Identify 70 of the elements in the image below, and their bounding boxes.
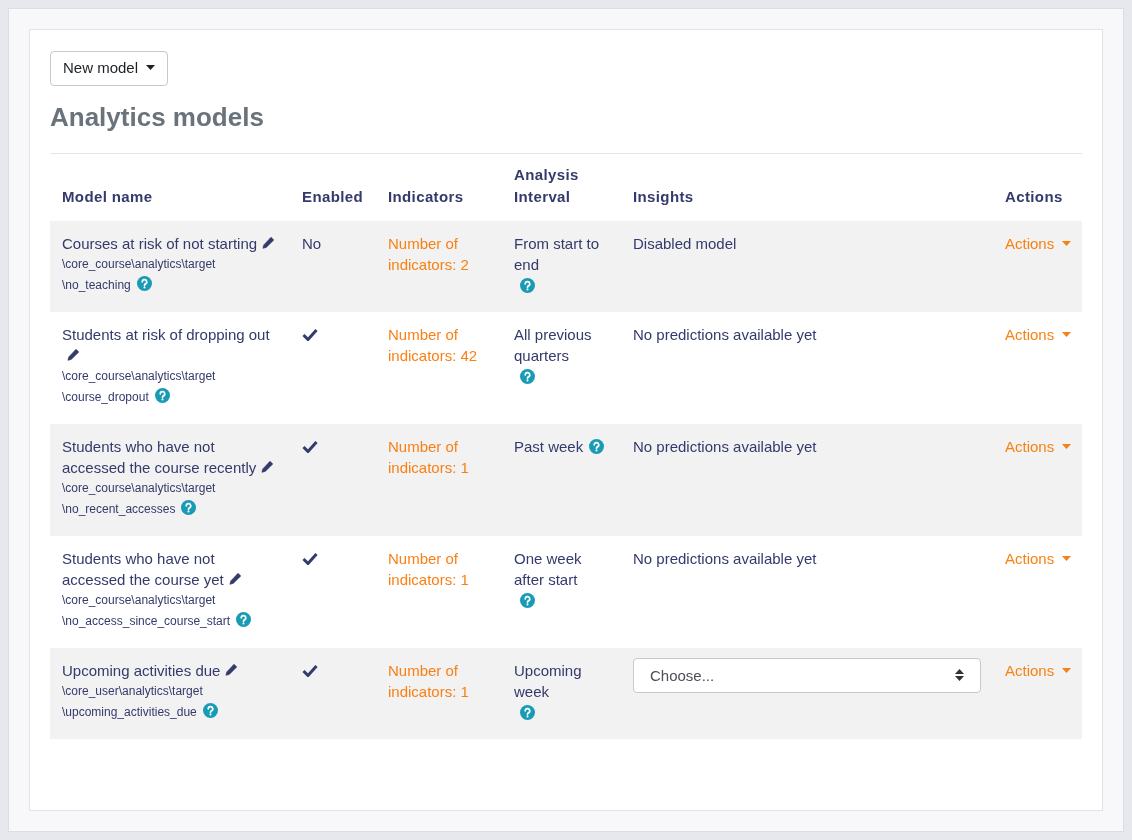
insights-status: No predictions available yet [633, 437, 817, 455]
model-name: Students at risk of dropping out [62, 325, 270, 343]
indicators-link[interactable]: Number of indicators: 1 [388, 435, 490, 478]
actions-menu[interactable]: Actions [1005, 435, 1072, 457]
insights-status: No predictions available yet [633, 549, 817, 567]
actions-menu[interactable]: Actions [1005, 659, 1072, 681]
model-name: Students who have not accessed the course yet [62, 549, 224, 588]
help-icon[interactable] [520, 704, 535, 720]
help-icon[interactable] [520, 368, 535, 384]
help-icon[interactable] [154, 387, 170, 403]
column-header: Model name [62, 188, 153, 205]
indicators-link[interactable]: Number of indicators: 42 [388, 323, 490, 366]
indicators-link[interactable]: Number of indicators: 2 [388, 232, 490, 275]
model-name: Courses at risk of not starting [62, 234, 258, 252]
caret-icon [1062, 443, 1072, 449]
page-title: Analytics models [50, 101, 265, 134]
actions-menu[interactable]: Actions [1005, 547, 1072, 569]
target-path: \no_teaching [62, 277, 131, 292]
analysis-interval: Past week [514, 436, 584, 457]
pencil-icon[interactable] [227, 571, 242, 586]
analysis-interval: All previous quarters [514, 324, 593, 366]
help-icon[interactable] [202, 702, 218, 718]
actions-menu[interactable]: Actions [1005, 323, 1072, 345]
caret-icon [1062, 555, 1072, 561]
actions-menu[interactable]: Actions [1005, 232, 1072, 254]
target-path: \upcoming_activities_due [62, 704, 197, 719]
caret-icon [1062, 240, 1072, 246]
column-header: Actions [1005, 188, 1063, 205]
target-path: \course_dropout [62, 389, 149, 404]
sort-arrows-icon [955, 669, 964, 681]
target-path: \core_course\analytics\target [62, 256, 216, 271]
caret-icon [1062, 331, 1072, 337]
column-header: Enabled [302, 188, 363, 205]
check-icon [302, 439, 318, 453]
help-icon[interactable] [236, 611, 252, 627]
insights-status: Disabled model [633, 234, 737, 252]
indicators-link[interactable]: Number of indicators: 1 [388, 659, 490, 702]
help-icon[interactable] [520, 592, 535, 608]
caret-icon [146, 65, 156, 71]
analysis-interval: From start to end [514, 233, 600, 275]
target-path: \no_access_since_course_start [62, 613, 231, 628]
indicators-link[interactable]: Number of indicators: 1 [388, 547, 490, 590]
model-name: Students who have not accessed the course recently [62, 437, 257, 476]
column-header: Analysis Interval [514, 165, 579, 205]
help-icon[interactable] [136, 275, 152, 291]
pencil-icon[interactable] [261, 235, 276, 250]
target-path: \core_course\analytics\target [62, 480, 216, 495]
help-icon[interactable] [181, 499, 197, 515]
target-path: \core_user\analytics\target [62, 683, 203, 698]
check-icon [302, 551, 318, 565]
new-model-button[interactable]: New model [50, 51, 169, 86]
column-header: Indicators [388, 188, 464, 205]
target-path: \core_course\analytics\target [62, 368, 216, 383]
check-icon [302, 327, 318, 341]
insights-status: No predictions available yet [633, 325, 817, 343]
model-name: Upcoming activities due [62, 661, 221, 679]
help-icon[interactable] [589, 438, 605, 454]
caret-icon [1062, 667, 1072, 673]
help-icon[interactable] [520, 277, 535, 293]
target-path: \core_course\analytics\target [62, 592, 216, 607]
enabled-status: No [302, 234, 322, 252]
check-icon [302, 663, 318, 677]
analysis-interval: One week after start [514, 548, 583, 590]
pencil-icon[interactable] [66, 347, 80, 362]
target-path: \no_recent_accesses [62, 501, 176, 516]
pencil-icon[interactable] [260, 459, 275, 474]
insights-select[interactable]: Choose... [633, 657, 981, 693]
analysis-interval: Upcoming week [514, 660, 583, 702]
column-header: Insights [633, 188, 694, 205]
pencil-icon[interactable] [224, 662, 239, 677]
